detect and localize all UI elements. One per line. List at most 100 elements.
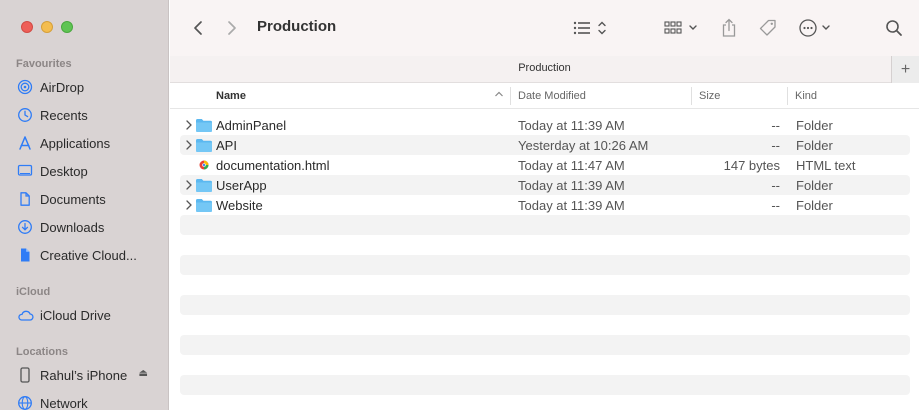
file-date: Today at 11:39 AM [518,118,625,133]
table-row[interactable]: API Yesterday at 10:26 AM -- Folder [180,135,910,155]
empty-row [180,375,910,395]
share-icon [722,18,736,37]
column-date-modified[interactable]: Date Modified [518,90,586,102]
window-controls [21,21,73,33]
group-button[interactable] [662,16,702,40]
file-name: UserApp [216,178,267,193]
disclosure-triangle-icon[interactable] [184,118,194,132]
list-view-icon [573,21,606,35]
ellipsis-circle-icon [799,19,830,37]
icloud-header: iCloud [16,286,51,298]
sidebar-item-creative-cloud[interactable]: Creative Cloud... [16,244,164,266]
sidebar-item-label: Documents [40,191,106,207]
sidebar-item-airdrop[interactable]: AirDrop [16,76,164,98]
html-file-icon [195,157,213,173]
sidebar-item-label: Rahul’s iPhone [40,367,128,383]
tags-button[interactable] [756,16,780,40]
disclosure-triangle-icon[interactable] [184,178,194,192]
sidebar-item-desktop[interactable]: Desktop [16,160,164,182]
eject-icon[interactable]: ⏏ [139,368,148,379]
file-date: Today at 11:39 AM [518,178,625,193]
sidebar-item-label: Applications [40,135,111,151]
column-separator[interactable] [787,87,788,105]
empty-row [180,255,910,275]
minimize-window-button[interactable] [41,21,53,33]
sidebar-item-label: Creative Cloud... [40,247,137,263]
file-date: Today at 11:39 AM [518,198,625,213]
clock-icon [16,107,34,123]
file-icon [16,247,34,263]
forward-button[interactable] [222,16,242,40]
sidebar-item-label: iCloud Drive [40,307,111,323]
disclosure-triangle-icon[interactable] [184,138,194,152]
iphone-icon [16,367,34,383]
sidebar: Favourites AirDrop Recents Applications … [0,0,169,410]
file-size: -- [771,198,780,213]
sidebar-item-label: Downloads [40,219,105,235]
empty-row [180,215,910,235]
column-size[interactable]: Size [699,90,720,102]
chevron-left-icon [194,21,202,35]
tag-icon [759,19,776,36]
sidebar-item-documents[interactable]: Documents [16,188,164,210]
sidebar-item-applications[interactable]: Applications [16,132,164,154]
file-size: 147 bytes [723,158,780,173]
file-name: AdminPanel [216,118,287,133]
file-name: API [216,138,237,153]
file-date: Yesterday at 10:26 AM [518,138,649,153]
main-content: Production Production + Name Date Modifi… [170,0,919,410]
search-icon [886,20,902,36]
search-button[interactable] [882,16,906,40]
close-window-button[interactable] [21,21,33,33]
document-icon [16,191,34,207]
zoom-window-button[interactable] [61,21,73,33]
column-kind[interactable]: Kind [795,90,817,102]
table-row[interactable]: UserApp Today at 11:39 AM -- Folder [180,175,910,195]
share-button[interactable] [718,16,740,40]
file-kind: Folder [796,198,833,213]
sidebar-item-label: Desktop [40,163,88,179]
tab-production[interactable]: Production [170,62,919,74]
sidebar-item-iphone[interactable]: Rahul’s iPhone ⏏ [16,364,164,386]
sidebar-item-network[interactable]: Network [16,392,164,410]
column-name[interactable]: Name [216,90,246,102]
file-date: Today at 11:47 AM [518,158,625,173]
sidebar-item-label: Recents [40,107,88,123]
view-list-button[interactable] [570,16,610,40]
desktop-icon [16,163,34,179]
empty-row [180,295,910,315]
folder-icon [195,177,213,193]
table-row[interactable]: AdminPanel Today at 11:39 AM -- Folder [180,115,910,135]
table-row[interactable]: Website Today at 11:39 AM -- Folder [180,195,910,215]
file-name: Website [216,198,263,213]
file-kind: Folder [796,178,833,193]
column-separator[interactable] [510,87,511,105]
folder-icon [195,137,213,153]
sort-ascending-icon [494,89,504,102]
sidebar-item-downloads[interactable]: Downloads [16,216,164,238]
table-row[interactable]: documentation.html Today at 11:47 AM 147… [180,155,910,175]
grid-icon [664,21,697,34]
disclosure-triangle-icon[interactable] [184,198,194,212]
file-kind: Folder [796,118,833,133]
column-separator[interactable] [691,87,692,105]
file-size: -- [771,178,780,193]
empty-row [180,335,910,355]
back-button[interactable] [188,16,208,40]
sidebar-item-recents[interactable]: Recents [16,104,164,126]
chevron-right-icon [228,21,236,35]
plus-icon: + [900,60,911,78]
download-icon [16,219,34,235]
file-kind: HTML text [796,158,856,173]
sidebar-item-icloud-drive[interactable]: iCloud Drive [16,304,164,326]
cloud-icon [16,307,34,323]
file-kind: Folder [796,138,833,153]
tab-bar: Production + [170,56,919,83]
favourites-header: Favourites [16,58,72,70]
more-actions-button[interactable] [798,16,836,40]
file-size: -- [771,138,780,153]
locations-header: Locations [16,346,68,358]
applications-icon [16,135,34,151]
sidebar-item-label: Network [40,395,88,410]
new-tab-button[interactable]: + [891,56,919,83]
